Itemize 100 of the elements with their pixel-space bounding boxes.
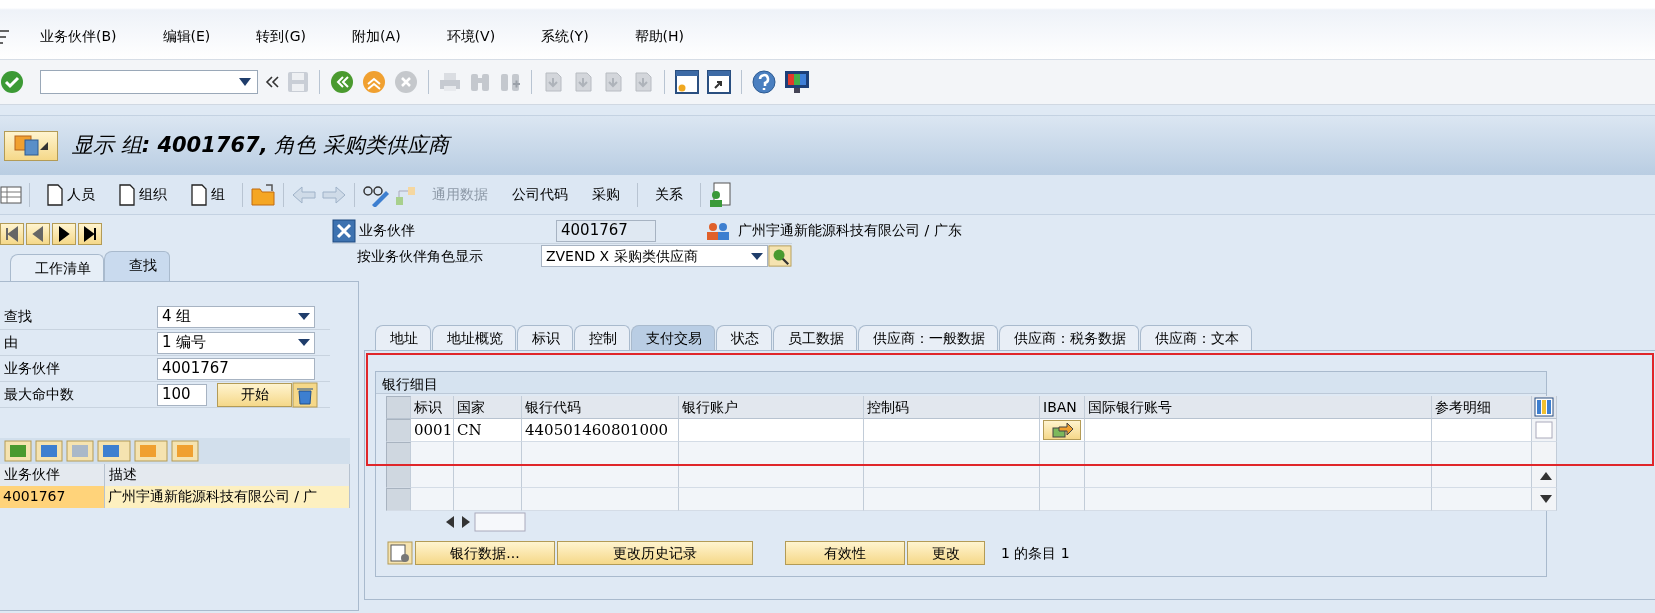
list-view-icon[interactable] [0,185,22,204]
trash-icon[interactable] [292,381,318,408]
column-header[interactable]: 标识 [411,396,454,419]
caret-icon [751,252,764,260]
previous-icon [30,226,46,242]
toolbar-button[interactable]: 组织 [109,183,177,206]
dropdown-field[interactable]: ZVEND X 采购类供应商 [540,245,769,267]
input-field[interactable]: 4001767 [157,357,315,380]
monitor-icon[interactable] [783,69,811,95]
scroll-down-icon[interactable] [1539,495,1552,503]
field-label: 最大命中数 [3,385,75,404]
toolbar-button[interactable]: 组 [181,183,235,206]
arrow-icon [1051,422,1073,438]
column-header[interactable]: 国家 [454,396,522,419]
back-icon[interactable] [329,70,355,94]
search-icon[interactable] [768,244,792,268]
column-header[interactable]: 国际银行账号 [1085,396,1432,419]
first-icon [4,226,20,242]
table-cell: CN [454,419,522,442]
toolbar-button[interactable]: 关系 [645,184,693,205]
scroll-right-icon[interactable] [460,516,470,528]
help-icon[interactable] [751,69,777,95]
column-header[interactable]: 银行账户 [679,396,864,419]
entry-count: 1 的条目 1 [1001,543,1070,563]
check-icon[interactable] [0,70,24,94]
column-header[interactable]: IBAN [1040,396,1085,419]
field-label: 由 [3,333,19,352]
screen-title: 显示 组: 4001767, 角色 采购类供应商 [72,131,450,159]
table-cell: 0001 [411,419,454,442]
table-cell: 440501460801000 [522,419,679,442]
tab[interactable]: 工作清单 [10,254,104,281]
first-button[interactable] [0,223,24,245]
toolbar-button[interactable]: 采购 [582,184,630,205]
shortcut-window-icon[interactable] [706,69,732,95]
field-label: 业务伙伴 [358,221,416,240]
tab[interactable]: 控制 [574,325,630,350]
result-cell[interactable]: 广州宇通新能源科技有限公司 / 广 [104,486,350,508]
action-button[interactable]: 更改历史记录 [557,541,753,565]
action-button[interactable]: 有效性 [785,541,905,565]
scroll-left-icon[interactable] [446,516,456,528]
action-button[interactable]: 更改 [907,541,985,565]
field-label: 查找 [3,307,33,326]
start-button[interactable]: 开始 [217,382,292,407]
close-icon[interactable] [332,218,356,243]
menu-item[interactable]: 环境(V) [430,26,512,47]
tab[interactable]: 标识 [517,325,573,350]
tab[interactable]: 支付交易 [631,325,715,350]
screen-icon [14,134,40,157]
menu-item[interactable]: 系统(Y) [525,26,605,47]
tab[interactable]: 供应商：文本 [1140,325,1252,350]
next-icon [56,226,72,242]
column-header[interactable]: 银行代码 [522,396,679,419]
tab[interactable]: 地址 [375,325,431,350]
row-selector[interactable] [386,465,411,488]
menu-item[interactable]: 编辑(E) [146,26,227,47]
person-card-icon[interactable] [708,181,732,208]
menu-item[interactable]: 附加(A) [336,26,417,47]
group-title: 银行细目 [376,372,1546,394]
dropdown-field[interactable]: 1 编号 [157,331,315,354]
collapse-icon[interactable] [264,75,280,89]
partner-number-field: 4001767 [556,219,656,242]
caret-icon [239,78,251,86]
menu-item[interactable]: 转到(G) [240,26,323,47]
last-button[interactable] [78,223,102,245]
people-icon [706,220,730,241]
new-window-icon[interactable] [674,69,700,95]
tab[interactable]: 地址概览 [432,325,516,350]
result-cell[interactable]: 4001767 [0,486,105,508]
header-corner [386,396,411,419]
next-button[interactable] [52,223,76,245]
command-field[interactable] [40,70,258,94]
previous-button[interactable] [26,223,50,245]
column-header[interactable]: 业务伙伴 [0,464,105,486]
folder-icon[interactable] [250,182,276,207]
scroll-thumb-icon[interactable] [474,512,526,532]
menu-item[interactable]: 业务伙伴(B) [24,26,133,47]
menu-button[interactable] [4,130,58,161]
tab[interactable]: 员工数据 [773,325,857,350]
column-header[interactable]: 描述 [104,464,350,486]
document-icon [47,183,63,206]
dropdown-field[interactable]: 4 组 [157,305,315,328]
tab[interactable]: 供应商：一般数据 [858,325,998,350]
column-header[interactable]: 参考明细 [1432,396,1532,419]
column-header[interactable]: 控制码 [864,396,1040,419]
toolbar-button[interactable]: 人员 [37,183,105,206]
menu-item[interactable]: 帮助(H) [618,26,701,47]
toolbar-button[interactable]: 公司代码 [502,184,578,205]
table-detail-icon[interactable] [387,541,413,565]
action-button[interactable]: 银行数据... [415,541,555,565]
caret-icon [298,339,310,346]
document-icon [119,183,135,206]
field-label: 业务伙伴 [3,359,61,378]
scroll-up-icon[interactable] [1539,472,1552,480]
exit-icon[interactable] [361,70,387,94]
partner-name: 广州宇通新能源科技有限公司 / 广东 [737,221,962,240]
tab[interactable]: 供应商：税务数据 [999,325,1139,350]
input-field[interactable]: 100 [157,383,207,406]
tab[interactable]: 状态 [716,325,772,350]
tab[interactable]: 查找 [104,251,170,281]
row-selector[interactable] [386,442,411,465]
